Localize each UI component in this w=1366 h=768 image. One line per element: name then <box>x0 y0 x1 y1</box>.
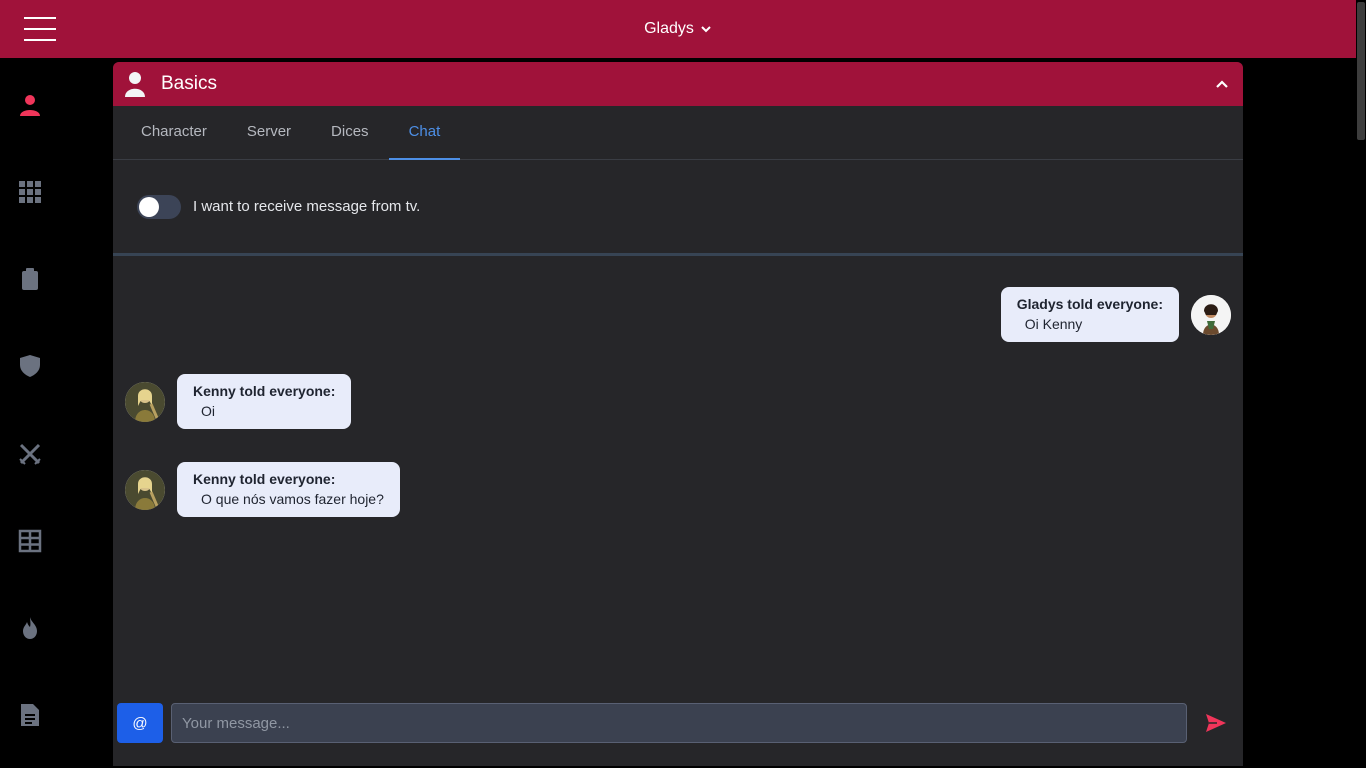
receive-tv-setting: I want to receive message from tv. <box>113 160 1243 256</box>
avatar <box>1191 294 1231 335</box>
shield-icon[interactable] <box>18 354 42 378</box>
top-bar: Gladys <box>0 0 1356 58</box>
panel-header[interactable]: Basics <box>113 62 1243 106</box>
clipboard-icon[interactable] <box>18 267 42 291</box>
scrollbar[interactable] <box>1356 0 1366 768</box>
chat-message: Gladys told everyone: Oi Kenny <box>1000 287 1231 342</box>
tab-server[interactable]: Server <box>227 106 311 159</box>
tab-bar: Character Server Dices Chat <box>113 106 1243 160</box>
menu-icon[interactable] <box>24 17 56 41</box>
send-icon[interactable] <box>1205 713 1227 733</box>
chat-message: Kenny told everyone: Oi <box>125 374 352 429</box>
receive-tv-label: I want to receive message from tv. <box>193 198 421 215</box>
table-icon[interactable] <box>18 529 42 553</box>
message-text: Oi Kenny <box>1024 316 1083 332</box>
message-bubble: Kenny told everyone: O que nós vamos faz… <box>177 462 400 517</box>
message-bubble: Kenny told everyone: Oi <box>177 374 352 429</box>
grid-icon[interactable] <box>18 180 42 204</box>
message-input[interactable] <box>171 703 1187 743</box>
message-text: O que nós vamos fazer hoje? <box>201 491 384 507</box>
message-author: Gladys told everyone: <box>1016 296 1163 312</box>
fire-icon[interactable] <box>18 616 42 640</box>
user-icon[interactable] <box>18 93 42 117</box>
message-bubble: Gladys told everyone: Oi Kenny <box>1000 287 1179 342</box>
chat-input-row: @ <box>113 703 1243 745</box>
panel-title: Basics <box>161 73 217 94</box>
user-icon <box>125 72 145 97</box>
scrollbar-thumb[interactable] <box>1357 2 1365 140</box>
message-author: Kenny told everyone: <box>193 471 336 487</box>
receive-tv-toggle[interactable] <box>137 194 181 219</box>
basics-panel: Basics Character Server Dices Chat I wan… <box>113 62 1243 766</box>
tab-chat[interactable]: Chat <box>388 106 461 160</box>
document-icon[interactable] <box>18 703 42 727</box>
message-author: Kenny told everyone: <box>193 383 336 399</box>
toggle-knob <box>139 196 159 217</box>
user-name: Gladys <box>644 20 694 37</box>
chat-message: Kenny told everyone: O que nós vamos faz… <box>125 462 400 517</box>
tab-dices[interactable]: Dices <box>311 106 389 159</box>
message-text: Oi <box>201 403 215 419</box>
crossed-swords-icon[interactable] <box>18 442 42 466</box>
tab-character[interactable]: Character <box>121 106 227 159</box>
mention-button[interactable]: @ <box>117 703 163 743</box>
user-selector[interactable]: Gladys <box>644 20 712 38</box>
chevron-down-icon <box>701 26 711 33</box>
sidebar <box>0 58 60 768</box>
chevron-up-icon[interactable] <box>1215 77 1229 91</box>
avatar <box>125 469 165 510</box>
avatar <box>125 381 165 422</box>
